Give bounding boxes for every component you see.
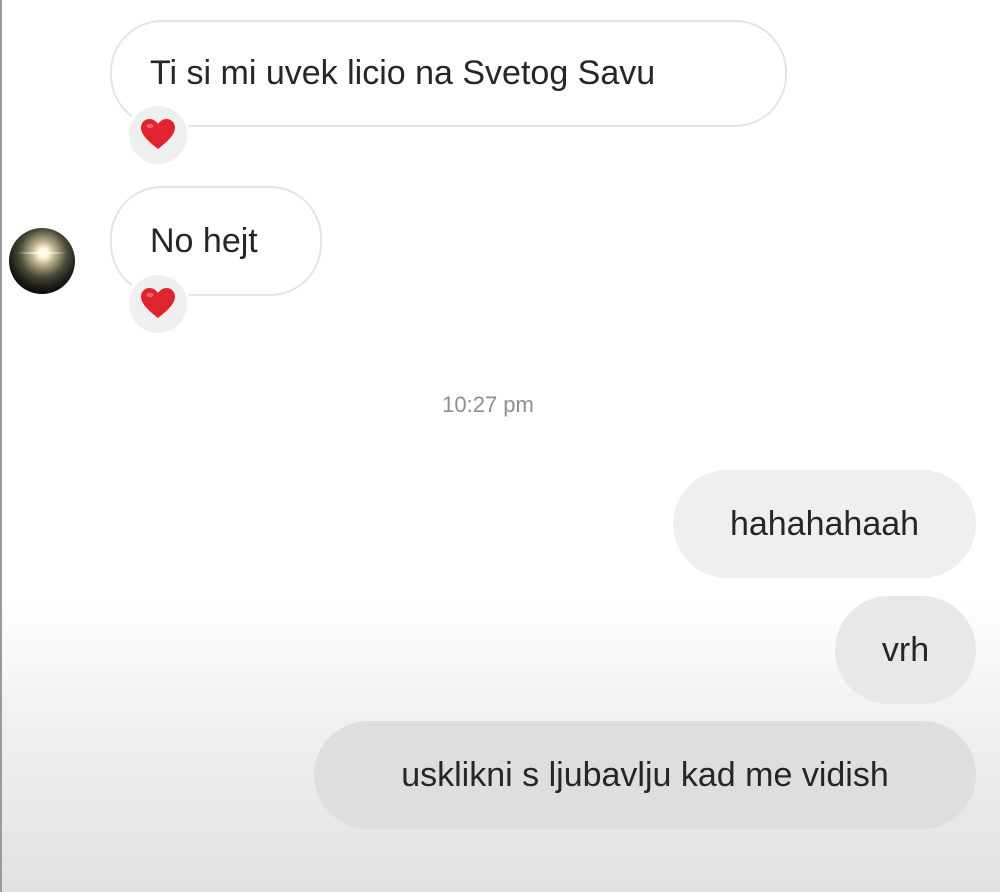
heart-icon xyxy=(141,288,175,318)
message-text: usklikni s ljubavlju kad me vidish xyxy=(401,755,889,794)
outgoing-message-bubble[interactable]: vrh xyxy=(835,596,976,704)
message-text: vrh xyxy=(881,630,930,669)
incoming-message-bubble[interactable]: Ti si mi uvek licio na Svetog Savu xyxy=(110,20,787,127)
sender-avatar[interactable] xyxy=(9,228,75,294)
message-reaction[interactable] xyxy=(126,103,190,167)
message-timestamp: 10:27 pm xyxy=(442,392,534,417)
message-reaction[interactable] xyxy=(126,272,190,336)
message-text: No hejt xyxy=(150,221,258,260)
message-thread[interactable]: Ti si mi uvek licio na Svetog Savu No he… xyxy=(0,0,1000,892)
outgoing-message-bubble[interactable]: hahahahaah xyxy=(673,470,976,578)
heart-icon xyxy=(141,119,175,149)
outgoing-message-bubble[interactable]: usklikni s ljubavlju kad me vidish xyxy=(314,721,976,829)
message-text: hahahahaah xyxy=(729,504,920,543)
message-text: Ti si mi uvek licio na Svetog Savu xyxy=(150,54,656,92)
